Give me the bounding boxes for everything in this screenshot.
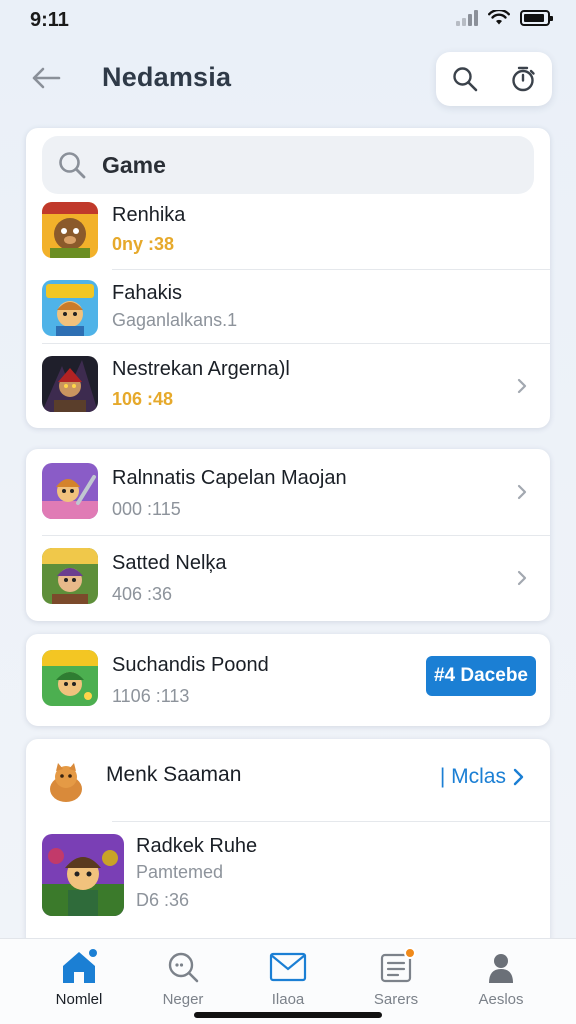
item-meta: 106 :48 xyxy=(112,389,174,409)
item-title: Radkek Ruhe xyxy=(136,835,258,857)
status-time: 9:11 xyxy=(30,9,69,31)
featured-item[interactable]: Suchandis Poond 1106 :113 #4 Dacebe xyxy=(26,634,550,726)
search-button[interactable] xyxy=(451,65,479,93)
header-actions xyxy=(436,52,552,106)
game-thumbnail xyxy=(42,202,98,258)
list-item[interactable]: Ralnnatis Capelan Maojan 000 :115 xyxy=(26,449,550,535)
list-item[interactable]: Fahakis Gaganlalkans.1 xyxy=(26,270,550,344)
tab-profile[interactable]: Aeslos xyxy=(446,947,556,1008)
item-meta: D6 :36 xyxy=(136,890,190,910)
games-card: Renhika 0ny :38 Fahakis Gaganlalkans.1 xyxy=(26,128,550,428)
timer-button[interactable] xyxy=(509,65,537,93)
game-thumbnail xyxy=(42,280,98,336)
back-arrow-icon xyxy=(32,67,61,89)
item-title: Ralnnatis Capelan Maojan xyxy=(112,467,347,489)
notification-badge xyxy=(404,947,416,959)
tab-lists[interactable]: Sarers xyxy=(341,947,451,1008)
section-title: Menk Saaman xyxy=(106,763,242,786)
home-icon xyxy=(59,947,99,987)
page-title: Nedamsia xyxy=(102,62,232,92)
back-button[interactable] xyxy=(28,60,64,96)
list-item[interactable]: Radkek Ruhe Pamtemed D6 :36 xyxy=(26,823,550,923)
featured-card: Suchandis Poond 1106 :113 #4 Dacebe xyxy=(26,634,550,726)
item-meta: 406 :36 xyxy=(112,584,173,604)
game-thumbnail xyxy=(42,548,98,604)
item-meta: 000 :115 xyxy=(112,499,181,519)
list-icon xyxy=(376,947,416,987)
game-thumbnail xyxy=(42,463,98,519)
item-meta: 1106 :113 xyxy=(112,686,190,706)
section-header: Menk Saaman | Mclas xyxy=(26,739,550,823)
chevron-right-icon xyxy=(517,378,527,394)
row-divider xyxy=(112,821,550,822)
wifi-icon xyxy=(488,10,510,25)
item-title: Fahakis xyxy=(112,282,183,304)
see-more-label: | Mclas xyxy=(439,765,506,788)
item-title: Renhika xyxy=(112,204,186,226)
search-bar[interactable] xyxy=(42,136,534,194)
item-title: Satted Nelķa xyxy=(112,552,227,574)
tab-label: Nomlel xyxy=(55,991,103,1008)
tab-mail[interactable]: Ilaoa xyxy=(233,947,343,1008)
featured-action-button[interactable]: #4 Dacebe xyxy=(426,656,536,696)
status-icons xyxy=(456,10,553,26)
tab-label: Ilaoa xyxy=(271,991,305,1008)
item-title: Suchandis Poond xyxy=(112,654,269,676)
item-meta: Gaganlalkans.1 xyxy=(112,310,238,330)
game-thumbnail xyxy=(42,650,98,706)
chevron-right-icon xyxy=(517,484,527,500)
tab-label: Sarers xyxy=(373,991,419,1008)
app-header: Nedamsia xyxy=(0,52,576,106)
section-mascot-icon xyxy=(50,763,82,802)
signal-icon xyxy=(456,10,478,26)
item-meta: 0ny :38 xyxy=(112,234,175,254)
list-item[interactable]: Renhika 0ny :38 xyxy=(26,200,550,270)
chevron-right-icon xyxy=(513,768,524,786)
profile-icon xyxy=(481,947,521,987)
search-input[interactable] xyxy=(102,151,482,179)
bottom-tab-bar: Nomlel Neger Ilaoa Sarers Aeslos xyxy=(0,938,576,1024)
list-item[interactable]: Nestrekan Argerna)l 106 :48 xyxy=(26,344,550,428)
game-thumbnail xyxy=(42,834,124,916)
see-more-link[interactable]: | Mclas xyxy=(440,765,526,789)
tab-discover[interactable]: Neger xyxy=(128,947,238,1008)
tab-label: Neger xyxy=(162,991,204,1008)
games-card-2: Ralnnatis Capelan Maojan 000 :115 Satted… xyxy=(26,449,550,621)
tab-label: Aeslos xyxy=(478,991,524,1008)
search-icon xyxy=(56,149,88,181)
section-card: Menk Saaman | Mclas Radkek Ruhe Pamtemed… xyxy=(26,739,550,949)
battery-icon xyxy=(520,10,553,26)
mail-icon xyxy=(268,947,308,987)
discover-icon xyxy=(163,947,203,987)
status-bar: 9:11 xyxy=(0,0,576,40)
list-item[interactable]: Satted Nelķa 406 :36 xyxy=(26,536,550,621)
game-thumbnail xyxy=(42,356,98,412)
home-indicator xyxy=(194,1012,382,1018)
chevron-right-icon xyxy=(517,570,527,586)
tab-home[interactable]: Nomlel xyxy=(24,947,134,1008)
item-subtitle: Pamtemed xyxy=(136,862,224,882)
item-title: Nestrekan Argerna)l xyxy=(112,358,290,380)
